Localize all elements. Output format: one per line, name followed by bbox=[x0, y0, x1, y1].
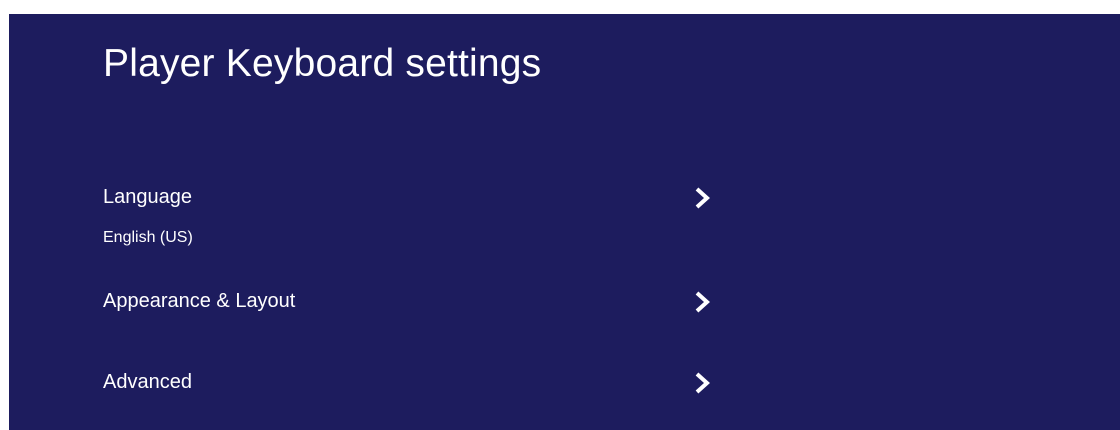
settings-screen: Player Keyboard settings Language Englis… bbox=[9, 14, 1120, 430]
setting-value-language: English (US) bbox=[103, 229, 193, 246]
page-title: Player Keyboard settings bbox=[103, 42, 542, 85]
chevron-right-icon[interactable] bbox=[693, 371, 713, 395]
setting-item-advanced[interactable]: Advanced bbox=[103, 367, 733, 397]
chevron-right-icon[interactable] bbox=[693, 290, 713, 314]
setting-item-appearance-layout[interactable]: Appearance & Layout bbox=[103, 286, 733, 316]
setting-label-appearance-layout: Appearance & Layout bbox=[103, 290, 296, 312]
setting-label-language: Language bbox=[103, 186, 192, 208]
chevron-right-icon[interactable] bbox=[693, 186, 713, 210]
setting-item-language[interactable]: Language English (US) bbox=[103, 182, 733, 254]
setting-label-advanced: Advanced bbox=[103, 371, 192, 393]
